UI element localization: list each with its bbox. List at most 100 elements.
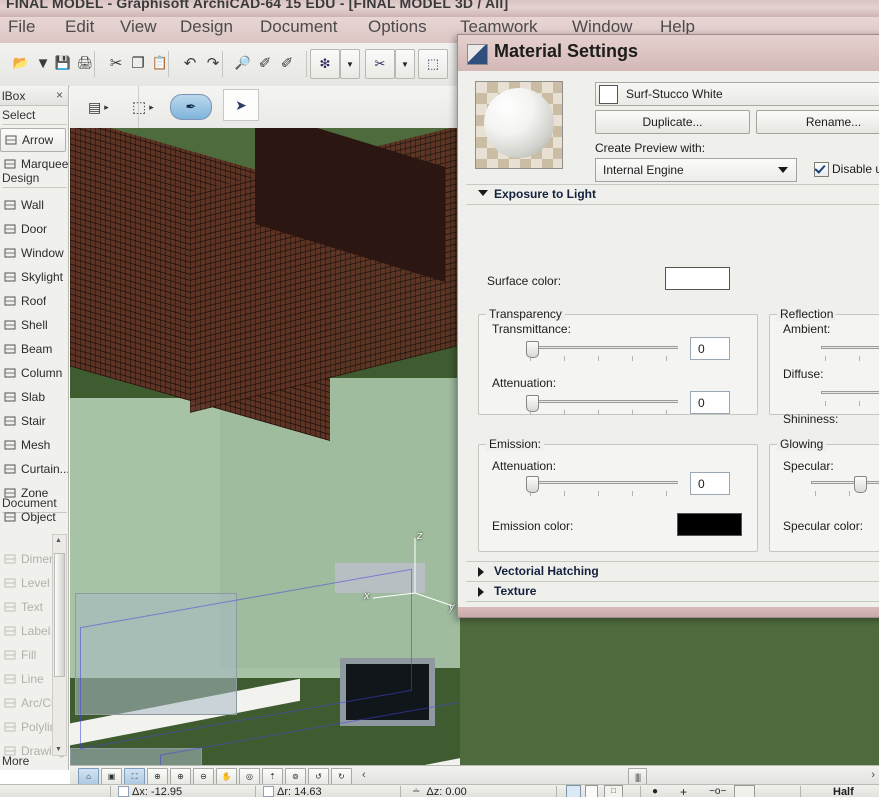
toolbox-item-roof[interactable]: Roof [0,289,68,313]
material-settings-dialog[interactable]: Material Settings Surf-Stucco White Dupl… [457,34,879,618]
navbar-grip[interactable]: |||| [628,768,647,785]
emission-attenuation-value-field[interactable]: 0 [690,472,730,495]
transmittance-value-field[interactable]: 0 [690,337,730,360]
disable-unrendered-label: Disable unre [832,162,879,176]
nav-home-icon[interactable]: ⌂ [78,768,99,785]
disable-unrendered-checkbox[interactable] [814,162,829,177]
pen-swatch-2-icon[interactable] [585,785,598,797]
toolbox-item-shell[interactable]: Shell [0,313,68,337]
dialog-title: Material Settings [494,41,639,61]
toolbox-item-arrow[interactable]: Arrow [0,128,66,152]
nav-prev-zoom-icon[interactable]: ⊚ [285,768,306,785]
specular-slider[interactable] [811,476,879,493]
dialog-titlebar[interactable]: Material Settings [458,35,879,71]
nav-zoom-window-icon[interactable]: ▣ [101,768,122,785]
vectorial-hatching-section[interactable]: Vectorial Hatching [466,562,879,581]
toolbox-item-zone[interactable]: Zone [0,481,68,505]
grip-icon: |||| [634,771,641,782]
toolbox-item-wall[interactable]: Wall [0,193,68,217]
tool-arrow-button[interactable]: ➤ [223,89,259,121]
window-title: FINAL MODEL - Graphisoft ArchiCAD-64 15 … [6,0,509,11]
scroll-down-icon[interactable]: ▼ [55,746,62,753]
preview-engine-combo[interactable]: Internal Engine [595,158,797,182]
delta-x-field[interactable]: Δx: -12.95 [118,785,182,797]
navbar-left-arrow[interactable]: ‹ [362,769,366,781]
toolbox-close-icon[interactable]: × [56,88,63,102]
material-color-swatch[interactable] [599,84,618,104]
toolbox-item-door[interactable]: Door [0,217,68,241]
toolbox-scroll-thumb[interactable] [54,553,65,677]
ambient-slider[interactable] [821,341,879,355]
preview-sphere [484,88,554,158]
split-group-dropdown[interactable]: ▼ [395,49,415,79]
toolbox-more-label[interactable]: More [2,754,29,768]
toolbox-item-curtain[interactable]: Curtain... [0,457,68,481]
menu-item-edit[interactable]: Edit [65,17,94,37]
emission-attenuation-slider[interactable] [526,476,678,493]
magic-wand-group[interactable]: ❇ [310,49,340,79]
toolbox-item-column[interactable]: Column [0,361,68,385]
snap-group[interactable]: ● + −o− [652,785,756,797]
tool-paint-button[interactable]: ✒ [170,93,212,121]
split-group[interactable]: ✂ [365,49,395,79]
toolbox-item-beam[interactable]: Beam [0,337,68,361]
nav-back-zoom-icon[interactable]: ↺ [308,768,329,785]
nav-fit-window-icon[interactable]: ⛶ [124,768,145,785]
nav-walk-icon[interactable]: ⇡ [262,768,283,785]
pen-style-icon[interactable]: □ [604,785,623,797]
nav-zoom-out-icon[interactable]: ⊖ [193,768,214,785]
nav-orbit-icon[interactable]: ◎ [239,768,260,785]
toolbox-item-mesh[interactable]: Mesh [0,433,68,457]
scroll-up-icon[interactable]: ▲ [55,537,62,544]
transparency-attenuation-value-field[interactable]: 0 [690,391,730,414]
toolbox-item-window[interactable]: Window [0,241,68,265]
menu-item-view[interactable]: View [120,17,157,37]
diffuse-slider[interactable] [821,386,879,400]
paint-pill[interactable]: ✒ [170,94,212,120]
status-divider-6 [800,786,801,797]
emission-color-swatch[interactable] [677,513,742,536]
duplicate-button[interactable]: Duplicate... [595,110,750,134]
specular-track [811,481,879,484]
material-name-field[interactable]: Surf-Stucco White [595,82,879,106]
delta-r-field[interactable]: Δr: 14.63 [263,785,322,797]
arrow-box[interactable]: ➤ [223,89,259,121]
delta-r-checkbox[interactable] [263,786,274,797]
toolbox-item-slab[interactable]: Slab [0,385,68,409]
toolbox-scrollbar[interactable]: ▲ ▼ [52,534,67,756]
menu-item-document[interactable]: Document [260,17,337,37]
rename-button[interactable]: Rename... [756,110,879,134]
toolbox-item-stair[interactable]: Stair [0,409,68,433]
dialog-footer [458,607,879,617]
menu-item-options[interactable]: Options [368,17,427,37]
toolbox-item-marquee[interactable]: Marquee [0,152,68,176]
surface-color-swatch[interactable] [665,267,730,290]
texture-section[interactable]: Texture [466,582,879,601]
hatch-swatch-icon[interactable] [734,785,756,797]
pen-swatch-1-icon[interactable] [566,785,581,797]
transparency-attenuation-slider[interactable] [526,395,678,412]
nav-next-zoom-icon[interactable]: ↻ [331,768,352,785]
menu-item-design[interactable]: Design [180,17,233,37]
toolbox-item-object[interactable]: Object [0,505,68,529]
nav-zoom-in-icon[interactable]: ⊕ [170,768,191,785]
tool-connect-button[interactable]: ▤ ▸ [88,93,109,121]
navbar-right-arrow[interactable]: › [871,769,875,781]
transmittance-slider[interactable] [526,341,678,358]
marquee-group[interactable]: ⬚ [418,49,448,79]
menu-item-file[interactable]: File [8,17,35,37]
delta-x-checkbox[interactable] [118,786,129,797]
glowing-group-label: Glowing [777,437,827,451]
nav-zoom-icon[interactable]: ⊕ [147,768,168,785]
toolbox-item-skylight[interactable]: Skylight [0,265,68,289]
nav-pan-icon[interactable]: ✋ [216,768,237,785]
chevron-right-icon-hatching [478,567,484,577]
paste-icon[interactable]: 📋 [147,49,173,77]
tool-marquee-button[interactable]: ⬚ ▸ [132,93,154,121]
syringe-icon[interactable]: ✐ [274,49,300,77]
exposure-to-light-section[interactable]: Exposure to Light [466,185,879,204]
magic-wand-group-dropdown[interactable]: ▼ [340,49,360,79]
delta-z-field[interactable]: ∸ Δz: 0.00 [412,785,467,797]
create-preview-label: Create Preview with: [595,141,706,155]
pen-group[interactable]: □ [566,785,623,797]
